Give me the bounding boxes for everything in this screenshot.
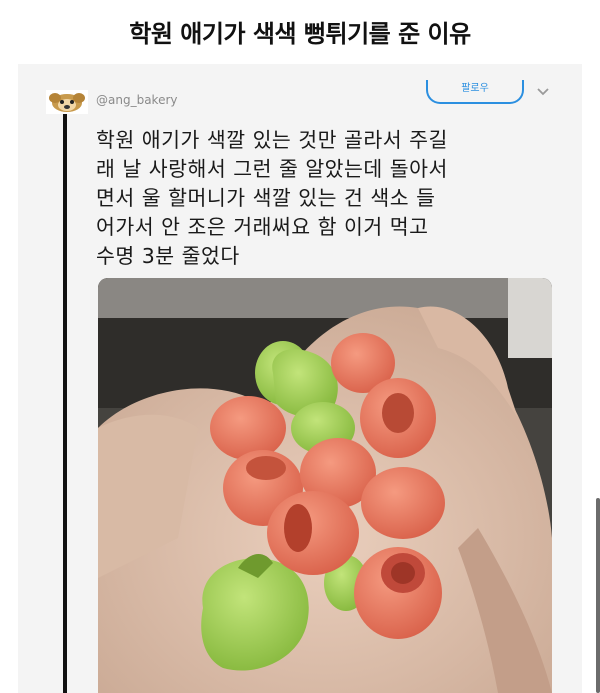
tweet-text-line: 면서 울 할머니가 색깔 있는 건 색소 들 xyxy=(96,186,436,210)
tweet-text-line: 학원 애기가 색깔 있는 것만 골라서 주길 xyxy=(96,128,448,152)
follow-button[interactable]: 팔로우 xyxy=(426,80,524,104)
chevron-down-icon[interactable] xyxy=(536,84,550,98)
character-avatar-icon[interactable] xyxy=(46,90,88,114)
thread-line xyxy=(63,114,67,693)
post-title: 학원 애기가 색색 뻥튀기를 준 이유 xyxy=(129,20,471,48)
tweet-text: 학원 애기가 색깔 있는 것만 골라서 주길 래 날 사랑해서 그런 줄 알았는… xyxy=(96,126,566,271)
tweet-text-line: 래 날 사랑해서 그런 줄 알았는데 돌아서 xyxy=(96,157,448,181)
tweet-text-line: 어가서 안 조은 거래써요 함 이거 먹고 xyxy=(96,215,429,239)
page-scrollbar[interactable] xyxy=(596,498,600,693)
user-handle[interactable]: @ang_bakery xyxy=(96,93,178,107)
tweet-text-line: 수명 3분 줄었다 xyxy=(96,244,240,268)
hand-holding-colored-puffed-snacks xyxy=(98,278,552,693)
tweet-photo[interactable] xyxy=(98,278,552,693)
